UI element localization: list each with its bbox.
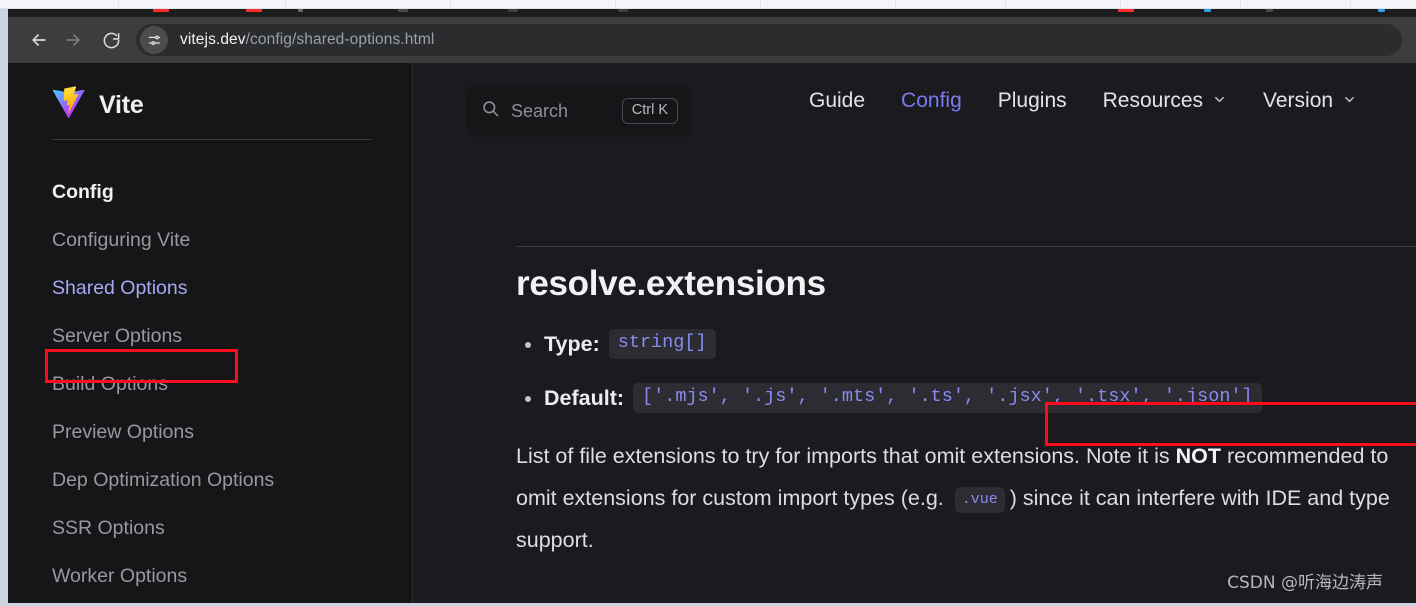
topnav-link-version[interactable]: Version xyxy=(1263,89,1357,113)
tab-strip[interactable] xyxy=(0,0,1416,9)
sidebar-nav: Config Configuring Vite Shared Options S… xyxy=(52,168,412,600)
csdn-watermark: CSDN @听海边涛声 xyxy=(1227,573,1383,593)
sidebar-item-shared-options[interactable]: Shared Options xyxy=(52,264,412,312)
topnav-link-resources[interactable]: Resources xyxy=(1103,89,1227,113)
topnav-link-guide[interactable]: Guide xyxy=(809,89,865,113)
topnav-link-label: Config xyxy=(901,89,962,112)
page-viewport: Vite Config Configuring Vite Shared Opti… xyxy=(8,63,1416,603)
sidebar-divider xyxy=(52,139,372,140)
search-input[interactable]: Search Ctrl K xyxy=(467,85,692,137)
meta-row-type: Type: string[] xyxy=(516,327,1416,361)
meta-row-default: Default: ['.mjs', '.js', '.mts', '.ts', … xyxy=(516,381,1416,415)
topnav-link-plugins[interactable]: Plugins xyxy=(998,89,1067,113)
back-arrow-icon[interactable] xyxy=(22,23,56,57)
address-bar[interactable]: vitejs.dev/config/shared-options.html xyxy=(136,24,1402,56)
reload-icon[interactable] xyxy=(94,23,128,57)
paragraph-part-1: List of file extensions to try for impor… xyxy=(516,444,1176,468)
forward-arrow-icon xyxy=(56,23,90,57)
topnav-link-label: Plugins xyxy=(997,89,1067,112)
sidebar-item-configuring-vite[interactable]: Configuring Vite xyxy=(52,216,412,264)
url-host: vitejs.dev xyxy=(180,31,246,48)
sidebar-item-ssr-options[interactable]: SSR Options xyxy=(52,504,412,552)
content-divider xyxy=(516,246,1416,247)
topnav-link-label: Resources xyxy=(1102,89,1204,112)
sidebar-item-server-options[interactable]: Server Options xyxy=(52,312,412,360)
page-title: resolve.extensions xyxy=(516,264,826,303)
main-content: Search Ctrl K Guide Config Plugins Resou… xyxy=(414,63,1416,603)
topnav-links: Guide Config Plugins Resources Version xyxy=(809,89,1357,113)
sidebar-item-worker-options[interactable]: Worker Options xyxy=(52,552,412,600)
sidebar-section-config: Config xyxy=(52,181,114,203)
sidebar-item-dep-optimization-options[interactable]: Dep Optimization Options xyxy=(52,456,412,504)
chevron-down-icon xyxy=(1212,89,1227,113)
sidebar-item-build-options[interactable]: Build Options xyxy=(52,360,412,408)
meta-value-type: string[] xyxy=(608,329,716,359)
search-icon xyxy=(481,99,500,123)
vite-lightning-logo xyxy=(52,86,85,124)
brand-name: Vite xyxy=(99,90,144,119)
browser-toolbar: vitejs.dev/config/shared-options.html xyxy=(8,17,1416,63)
option-meta-list: Type: string[] Default: ['.mjs', '.js', … xyxy=(516,327,1416,415)
docs-sidebar: Vite Config Configuring Vite Shared Opti… xyxy=(8,63,413,603)
paragraph-strong-not: NOT xyxy=(1175,444,1221,468)
sidebar-item-preview-options[interactable]: Preview Options xyxy=(52,408,412,456)
description-paragraph: List of file extensions to try for impor… xyxy=(516,435,1406,561)
brand-logo-link[interactable]: Vite xyxy=(52,86,144,124)
search-placeholder: Search xyxy=(511,100,569,121)
meta-label-type: Type: xyxy=(544,332,600,356)
url-path: /config/shared-options.html xyxy=(245,31,435,48)
meta-value-default: ['.mjs', '.js', '.mts', '.ts', '.jsx', '… xyxy=(633,383,1262,413)
chevron-down-icon xyxy=(1342,89,1357,113)
tune-sliders-icon[interactable] xyxy=(140,26,168,54)
paragraph-inline-code-vue: .vue xyxy=(954,486,1005,513)
topnav-link-label: Guide xyxy=(809,89,866,112)
topnav-link-label: Version xyxy=(1263,89,1334,112)
search-shortcut-kbd: Ctrl K xyxy=(621,98,678,124)
browser-window: vitejs.dev/config/shared-options.html Vi… xyxy=(0,0,1416,606)
article: resolve.extensions Type: string[] Defaul… xyxy=(516,263,1416,561)
meta-label-default: Default: xyxy=(544,386,625,410)
url-text[interactable]: vitejs.dev/config/shared-options.html xyxy=(180,31,434,49)
topnav-link-config[interactable]: Config xyxy=(901,89,962,113)
tab-favicon-row xyxy=(8,9,1416,17)
